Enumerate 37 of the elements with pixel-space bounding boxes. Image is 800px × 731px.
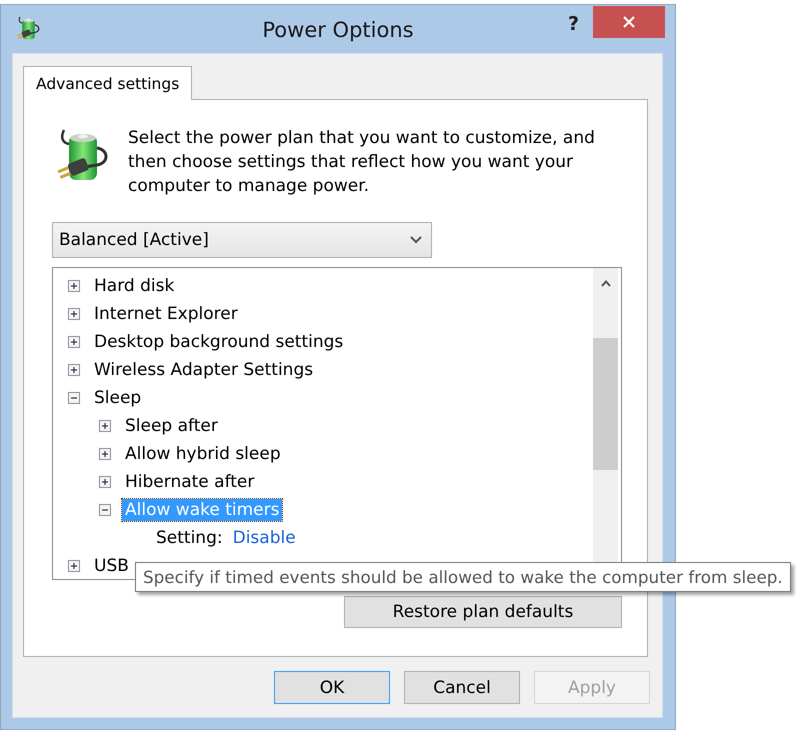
plus-box-icon[interactable] bbox=[68, 308, 80, 320]
close-button[interactable] bbox=[593, 6, 665, 38]
setting-label: Setting: bbox=[156, 528, 223, 548]
scrollbar-thumb[interactable] bbox=[593, 338, 618, 470]
tree-item[interactable]: Hard disk bbox=[91, 275, 178, 297]
minus-box-icon[interactable] bbox=[68, 392, 80, 404]
tab[interactable]: Advanced settings bbox=[23, 66, 192, 100]
plus-box-icon[interactable] bbox=[68, 336, 80, 348]
chevron-down-icon bbox=[410, 236, 422, 244]
dialog-button: Apply bbox=[534, 671, 650, 704]
chevron-up-icon[interactable] bbox=[600, 280, 610, 287]
plus-box-icon[interactable] bbox=[68, 560, 80, 572]
battery-plug-icon bbox=[16, 16, 41, 41]
setting-value-link[interactable]: Disable bbox=[232, 528, 296, 548]
intro-text: Select the power plan that you want to customize, and then choose settings that reflect how you want your computer to manage power. bbox=[128, 127, 596, 198]
help-button[interactable]: ? bbox=[566, 12, 581, 36]
tree-item[interactable]: Sleep bbox=[91, 387, 144, 409]
plus-box-icon[interactable] bbox=[99, 448, 111, 460]
dialog-button[interactable]: OK bbox=[274, 671, 390, 704]
plus-box-icon[interactable] bbox=[99, 420, 111, 432]
tree-item[interactable]: Wireless Adapter Settings bbox=[91, 359, 316, 381]
window-title: Power Options bbox=[262, 17, 414, 44]
tree-item[interactable]: Allow hybrid sleep bbox=[122, 443, 284, 465]
tree-item[interactable]: Internet Explorer bbox=[91, 303, 241, 325]
tooltip: Specify if timed events should be allowed to wake the computer from sleep. bbox=[135, 562, 791, 592]
tree-item[interactable]: Sleep after bbox=[122, 415, 221, 437]
tree-item[interactable]: USB bbox=[91, 555, 132, 577]
tree-item[interactable]: Hibernate after bbox=[122, 471, 258, 493]
plus-box-icon[interactable] bbox=[99, 476, 111, 488]
close-icon bbox=[623, 16, 635, 28]
dialog-button[interactable]: Cancel bbox=[404, 671, 520, 704]
plus-box-icon[interactable] bbox=[68, 280, 80, 292]
tree-item[interactable]: Desktop background settings bbox=[91, 331, 346, 353]
plan-dropdown[interactable]: Balanced [Active] bbox=[52, 222, 432, 258]
restore-defaults-button[interactable]: Restore plan defaults bbox=[344, 596, 622, 628]
minus-box-icon[interactable] bbox=[99, 504, 111, 516]
plus-box-icon[interactable] bbox=[68, 364, 80, 376]
